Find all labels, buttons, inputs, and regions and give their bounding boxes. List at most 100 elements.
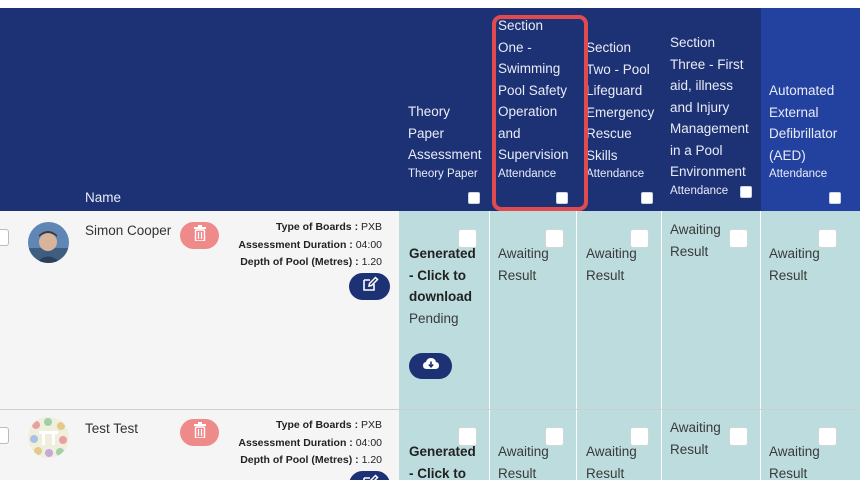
awaiting-result: Awaiting Result [670,219,721,262]
status-line: Awaiting [769,246,820,261]
download-button[interactable] [409,353,452,379]
cell-divider [661,410,662,480]
header-line: Rescue [586,126,632,141]
meta-label: Type of Boards : [276,221,359,233]
header-line: Lifeguard [586,83,643,98]
assessment-meta: Type of Boards : PXB Assessment Duration… [238,219,382,272]
header-subtitle: Attendance [769,168,828,180]
status-line: Awaiting [670,420,721,435]
header-line: Section [670,35,716,50]
meta-line: Assessment Duration : 04:00 [238,435,382,453]
row-select-checkbox[interactable] [0,427,9,444]
header-line: Environment [670,164,746,179]
meta-value: 1.20 [361,256,382,268]
header-line: Defibrillator [769,126,838,141]
status-line: Result [586,465,625,480]
status-pending: Pending [409,311,459,326]
meta-line: Depth of Pool (Metres) : 1.20 [238,452,382,470]
header-section-three: Section Three - First aid, illness and I… [670,32,758,199]
avatar [28,417,69,458]
table-row: Test Test Type of Boards : PXB Assessmen… [0,410,860,480]
trash-icon [193,422,207,443]
header-line: Management [670,121,749,136]
header-theory-paper: Theory Paper Assessment Theory Paper [408,101,488,182]
status-line: Awaiting [498,444,549,459]
awaiting-result: Awaiting Result [586,441,637,480]
cell-divider [489,211,490,409]
status-line: Awaiting [769,444,820,459]
delete-button[interactable] [180,419,219,446]
header-line: Paper [408,125,445,141]
edit-button[interactable] [349,471,390,480]
cell-checkbox-section-three[interactable] [729,427,748,446]
meta-label: Depth of Pool (Metres) : [240,454,359,466]
cloud-download-icon [422,357,440,376]
edit-icon [361,473,379,480]
link-line: - Click to [409,465,467,480]
delete-button[interactable] [180,222,219,249]
generated-download-link[interactable]: Generated - Click to [409,441,476,480]
meta-label: Depth of Pool (Metres) : [240,256,359,268]
meta-label: Type of Boards : [276,419,359,431]
header-line: aid, illness [670,78,734,93]
status-line: Result [498,267,537,283]
highlight-annotation-box [492,15,588,211]
header-line: Three - First [670,56,744,72]
awaiting-result: Awaiting Result [586,243,637,286]
assessment-meta: Type of Boards : PXB Assessment Duration… [238,417,382,470]
header-select-section-two-checkbox[interactable] [641,192,653,204]
cell-divider [576,211,577,409]
header-line: and Injury [670,99,730,115]
avatar [28,222,69,263]
header-section-two: Section Two - Pool Lifeguard Emergency R… [586,37,662,182]
awaiting-result: Awaiting Result [498,243,549,286]
meta-value: 04:00 [355,238,382,251]
header-aed: Automated External Defibrillator (AED) A… [769,80,857,182]
row-select-checkbox[interactable] [0,229,9,246]
header-line: Two - Pool [586,61,650,77]
participant-name[interactable]: Simon Cooper [85,223,171,238]
status-line: Result [769,465,808,480]
table-row: Simon Cooper Type of Boards : PXB Assess… [0,211,860,410]
generated-download-link[interactable]: Generated - Click to download [409,243,476,308]
header-line: Section [586,40,632,55]
meta-line: Assessment Duration : 04:00 [238,237,382,255]
header-select-theory-checkbox[interactable] [468,192,480,204]
meta-value: PXB [360,221,382,233]
status-line: Result [586,267,625,283]
meta-line: Type of Boards : PXB [238,417,382,435]
header-line: Theory [408,104,451,119]
cell-checkbox-aed[interactable] [818,229,837,248]
link-line: download [409,289,472,304]
edit-button[interactable] [349,273,390,300]
cell-divider [760,211,761,409]
cell-checkbox-aed[interactable] [818,427,837,446]
status-line: Awaiting [498,246,549,261]
status-line: Awaiting [670,222,721,237]
meta-line: Depth of Pool (Metres) : 1.20 [238,254,382,272]
status-line: Result [769,267,808,283]
cell-divider [661,211,662,409]
link-line: Generated [409,444,476,459]
cell-divider [576,410,577,480]
top-strip [0,0,860,8]
status-line: Result [670,243,709,259]
header-subtitle: Theory Paper [408,167,478,180]
status-line: Awaiting [586,246,637,261]
participant-name[interactable]: Test Test [85,421,138,436]
cell-checkbox-section-three[interactable] [729,229,748,248]
meta-value: PXB [360,419,382,431]
table-header: Name Theory Paper Assessment Theory Pape… [0,8,860,211]
status-line: Awaiting [586,444,637,459]
header-select-aed-checkbox[interactable] [829,192,841,204]
awaiting-result: Awaiting Result [769,243,820,286]
meta-label: Assessment Duration : [238,238,353,251]
header-line: Emergency [586,104,655,120]
header-subtitle: Attendance [586,168,645,180]
cell-divider [489,410,490,480]
meta-value: 1.20 [361,454,382,466]
link-line: - Click to [409,267,467,283]
header-line: External [769,104,819,120]
header-line: Automated [769,83,835,98]
header-select-section-three-checkbox[interactable] [740,186,752,198]
